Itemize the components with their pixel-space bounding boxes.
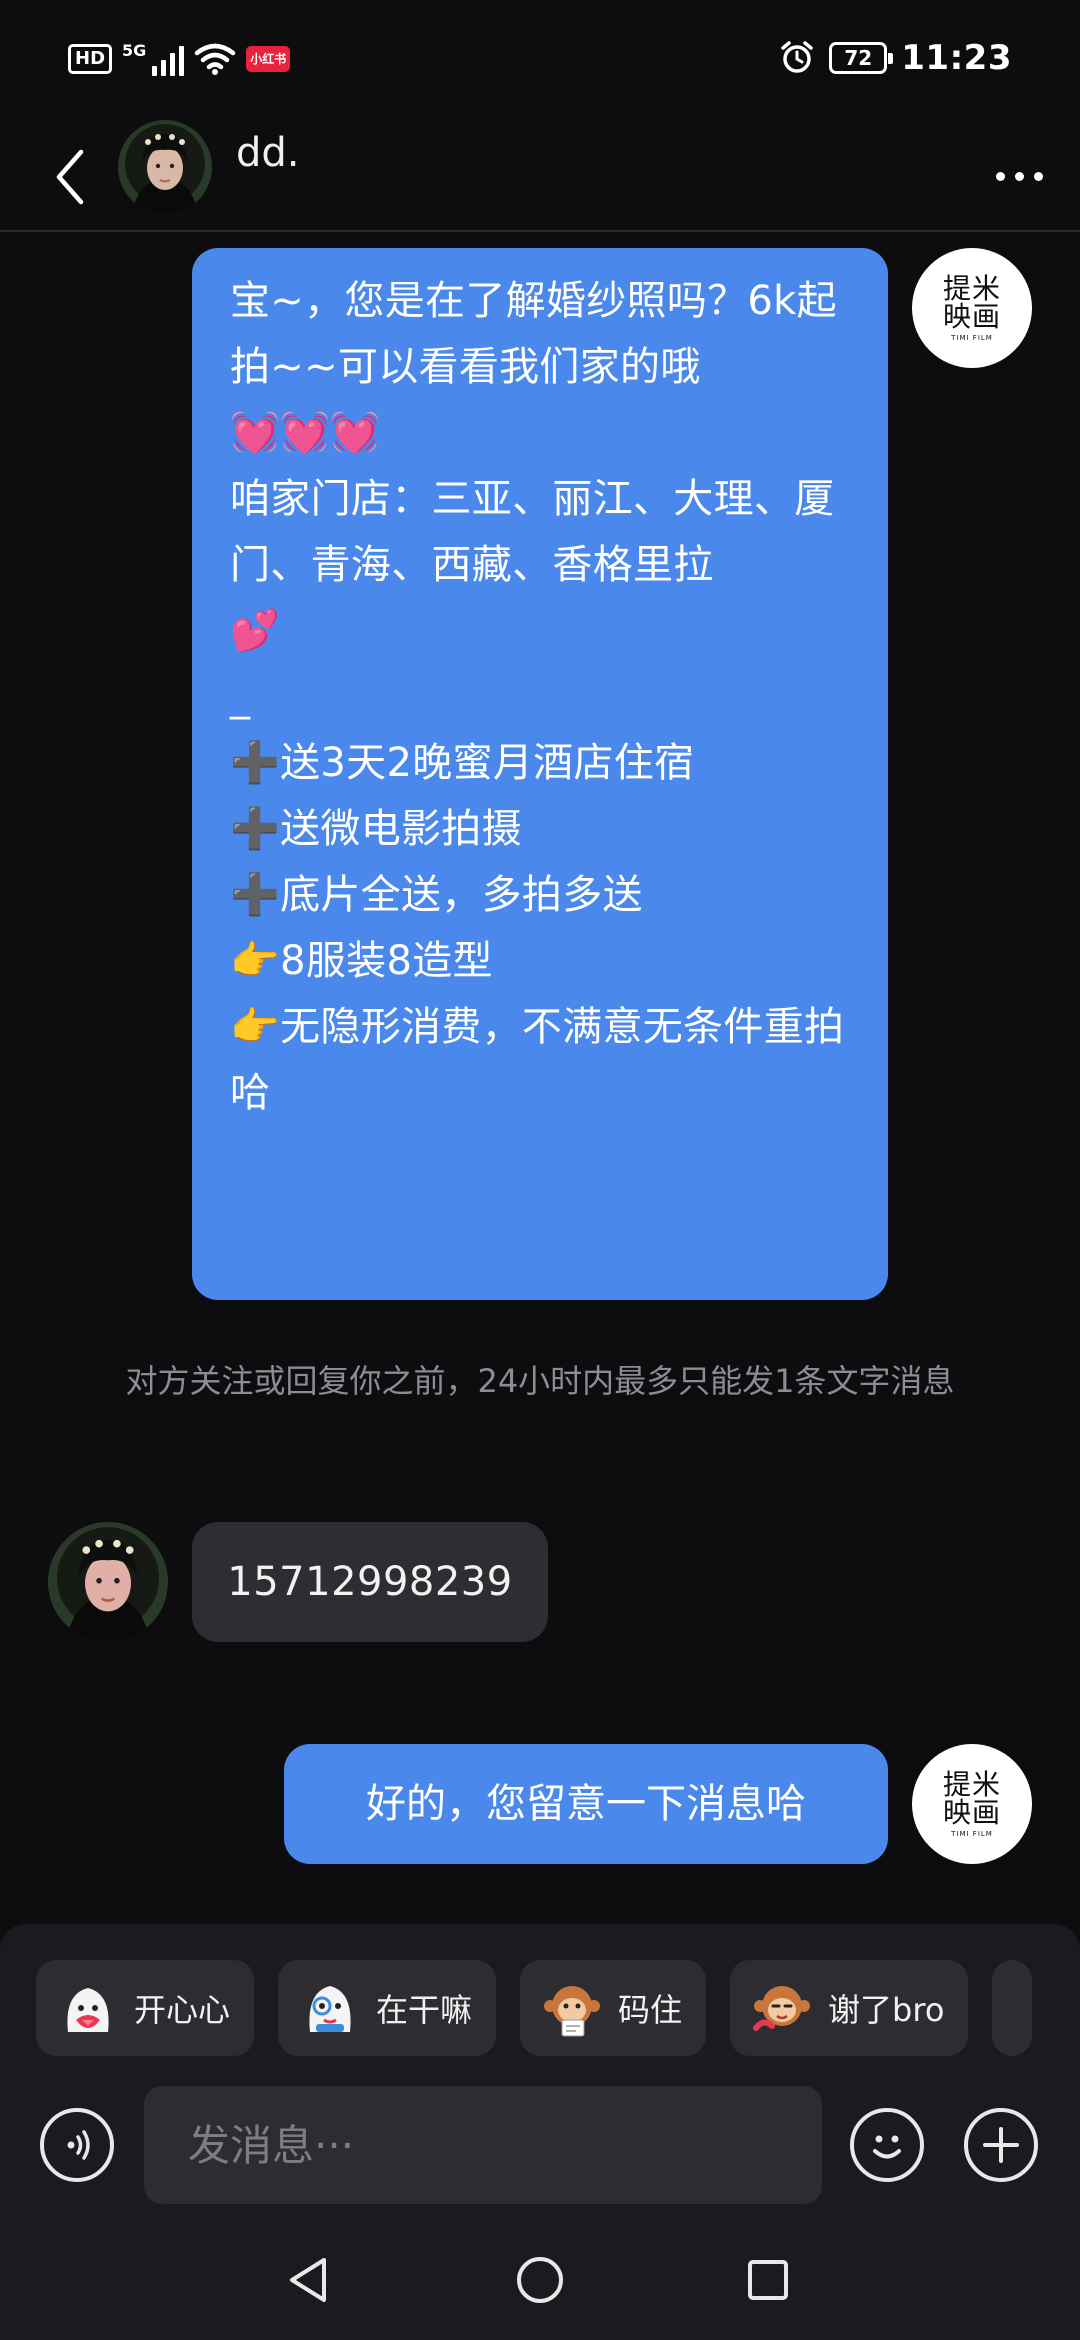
status-right: 72 11:23 — [779, 38, 1012, 78]
system-notice: 对方关注或回复你之前，24小时内最多只能发1条文字消息 — [125, 1362, 955, 1400]
app-notification-badge: 小红书 — [246, 46, 291, 72]
monkey-thanks-sticker-icon — [753, 1986, 811, 2031]
quick-reply-chip[interactable]: 在干嘛 — [278, 1960, 497, 2056]
brand-logo-line1: 提米 — [942, 271, 1001, 305]
outgoing-message-bubble[interactable]: 好的，您留意一下消息哈 — [284, 1744, 888, 1864]
outgoing-message-bubble[interactable]: 宝~，您是在了解婚纱照吗？6k起拍~~可以看看我们家的哦 💓💓💓 咱家门店：三亚… — [192, 248, 888, 1300]
alarm-icon — [781, 41, 814, 73]
chat-screen: HD 5G 小红书 72 11:23 dd. 宝~，您是在了解婚纱照吗？6k起拍… — [0, 0, 1080, 2340]
quick-reply-bar: 开心心 在干嘛 码住 谢了bro — [36, 1960, 1033, 2056]
contact-avatar[interactable] — [118, 120, 212, 214]
input-row — [0, 2086, 1080, 2206]
happy-ghost-sticker-icon — [67, 1988, 109, 2032]
brand-logo-line2: 映画 — [942, 1795, 1001, 1829]
more-actions-button[interactable] — [964, 2108, 1038, 2182]
brand-avatar[interactable]: 提米 映画 TIMI FILM — [912, 1744, 1032, 1864]
wifi-icon — [195, 43, 236, 75]
voice-button[interactable] — [40, 2108, 114, 2182]
back-button[interactable] — [40, 142, 100, 212]
plus-icon — [983, 2127, 1019, 2163]
brand-logo-line3: TIMI FILM — [951, 333, 993, 342]
status-left: HD 5G 小红书 — [68, 41, 291, 76]
message-input[interactable] — [144, 2086, 822, 2204]
compose-panel: 开心心 在干嘛 码住 谢了bro 发消息··· — [0, 1924, 1080, 2340]
incoming-avatar[interactable] — [48, 1522, 168, 1642]
smiley-icon — [873, 2135, 901, 2159]
status-bar: HD 5G 小红书 72 11:23 — [0, 0, 1080, 120]
triangle-back-icon — [290, 2258, 326, 2302]
emoji-button[interactable] — [850, 2108, 924, 2182]
status-time: 11:23 — [901, 38, 1012, 78]
battery-icon: 72 — [829, 42, 894, 74]
contact-name[interactable]: dd. — [236, 130, 300, 176]
nav-home-button[interactable] — [508, 2248, 572, 2312]
quick-reply-label: 在干嘛 — [376, 1991, 473, 2029]
voice-icon — [67, 2130, 90, 2160]
incoming-message-bubble[interactable]: 15712998239 — [192, 1522, 548, 1642]
quick-reply-chip[interactable]: 开心心 — [36, 1960, 255, 2056]
square-recents-icon — [748, 2260, 788, 2300]
quick-reply-chip-partial[interactable] — [992, 1960, 1033, 2056]
more-options-button[interactable] — [984, 146, 1054, 206]
curious-ghost-sticker-icon — [309, 1986, 351, 2032]
hd-indicator: HD — [68, 44, 113, 74]
system-nav-bar — [0, 2226, 1080, 2340]
brand-logo-line2: 映画 — [942, 299, 1001, 333]
network-type: 5G — [122, 41, 147, 60]
quick-reply-chip[interactable]: 谢了bro — [730, 1960, 969, 2056]
chevron-left-icon — [56, 149, 84, 205]
quick-reply-label: 码住 — [618, 1991, 683, 2029]
circle-home-icon — [517, 2257, 563, 2303]
brand-avatar[interactable]: 提米 映画 TIMI FILM — [912, 248, 1032, 368]
monkey-note-sticker-icon — [544, 1986, 601, 2037]
brand-logo-line3: TIMI FILM — [951, 1829, 993, 1838]
battery-level: 72 — [844, 46, 873, 70]
nav-back-button[interactable] — [276, 2248, 340, 2312]
brand-logo-line1: 提米 — [942, 1767, 1001, 1801]
signal-icon — [152, 42, 185, 76]
quick-reply-chip[interactable]: 码住 — [520, 1960, 707, 2056]
chat-header: dd. — [0, 120, 1080, 232]
nav-recents-button[interactable] — [736, 2248, 800, 2312]
quick-reply-label: 谢了bro — [828, 1991, 945, 2029]
quick-reply-label: 开心心 — [134, 1991, 231, 2029]
